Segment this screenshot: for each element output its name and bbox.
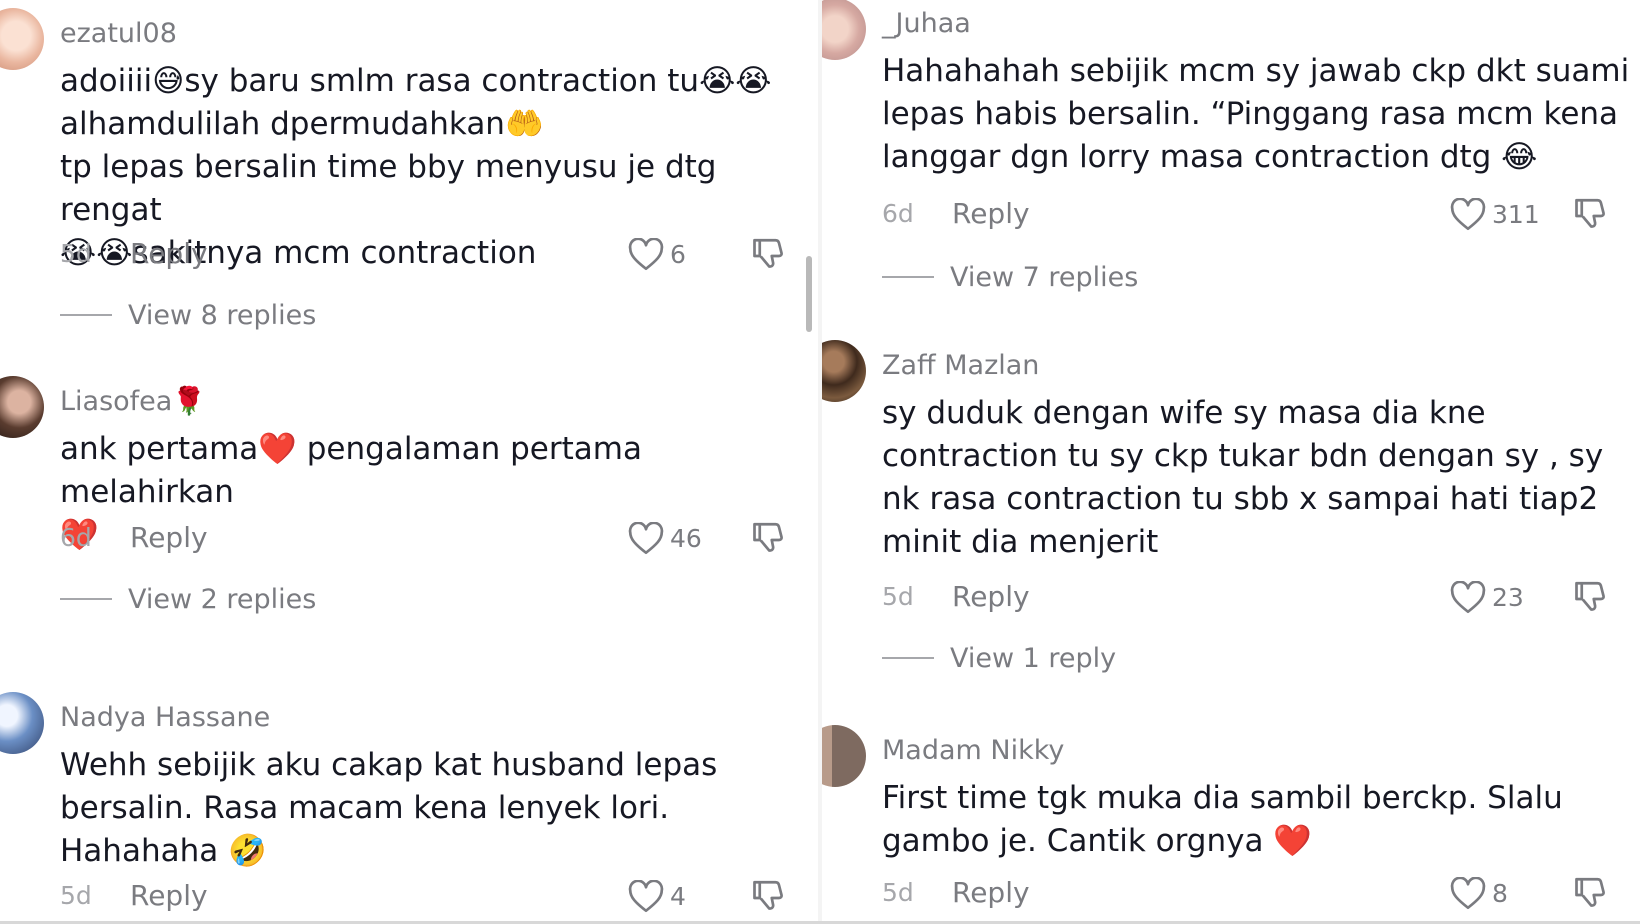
divider bbox=[60, 598, 112, 600]
comment-timestamp: 5d bbox=[882, 582, 914, 611]
comment-username[interactable]: Zaff Mazlan bbox=[882, 348, 1039, 384]
avatar[interactable] bbox=[822, 340, 866, 402]
reply-button[interactable]: Reply bbox=[952, 873, 1030, 913]
like-button[interactable]: 46 bbox=[628, 520, 702, 556]
comment-username[interactable]: Madam Nikky bbox=[882, 733, 1064, 769]
dislike-button[interactable] bbox=[1572, 194, 1612, 234]
comment-timestamp: 6d bbox=[882, 199, 914, 228]
like-count: 8 bbox=[1492, 878, 1508, 908]
dislike-button[interactable] bbox=[1572, 873, 1612, 913]
comment-actions: 6d Reply 311 bbox=[882, 194, 1622, 234]
thumbs-down-icon bbox=[753, 880, 783, 910]
avatar[interactable] bbox=[0, 692, 44, 754]
reply-button[interactable]: Reply bbox=[952, 577, 1030, 617]
avatar[interactable] bbox=[0, 8, 44, 70]
thumbs-down-icon bbox=[1575, 581, 1605, 611]
view-replies-label: View 8 replies bbox=[128, 299, 317, 331]
view-replies-button[interactable]: View 2 replies bbox=[60, 579, 316, 619]
like-button[interactable]: 4 bbox=[628, 878, 686, 914]
comment-actions: 5d Reply 23 bbox=[882, 577, 1622, 617]
comment-username[interactable]: ezatul08 bbox=[60, 16, 177, 52]
dislike-button[interactable] bbox=[1572, 577, 1612, 617]
reply-button[interactable]: Reply bbox=[130, 876, 208, 916]
divider bbox=[882, 276, 934, 278]
dislike-button[interactable] bbox=[750, 876, 790, 916]
view-replies-label: View 7 replies bbox=[950, 261, 1139, 293]
comment-username[interactable]: Nadya Hassane bbox=[60, 700, 270, 736]
heart-icon bbox=[628, 237, 664, 270]
like-count: 6 bbox=[670, 239, 686, 269]
like-button[interactable]: 8 bbox=[1450, 875, 1508, 911]
scrollbar[interactable] bbox=[806, 256, 812, 332]
avatar[interactable] bbox=[822, 0, 866, 60]
comment-actions: 5d Reply 8 bbox=[882, 873, 1622, 913]
reply-button[interactable]: Reply bbox=[952, 194, 1030, 234]
thumbs-down-icon bbox=[753, 522, 783, 552]
comment-username[interactable]: Liasofea🌹 bbox=[60, 384, 206, 420]
divider bbox=[60, 314, 112, 316]
like-count: 46 bbox=[670, 523, 702, 553]
heart-icon bbox=[1450, 197, 1486, 230]
like-count: 23 bbox=[1492, 582, 1524, 612]
heart-icon bbox=[1450, 580, 1486, 613]
view-replies-label: View 2 replies bbox=[128, 583, 317, 615]
reply-button[interactable]: Reply bbox=[130, 518, 208, 558]
view-replies-label: View 1 reply bbox=[950, 642, 1117, 674]
comment-timestamp: 5d bbox=[60, 881, 92, 910]
thumbs-down-icon bbox=[753, 238, 783, 268]
like-button[interactable]: 6 bbox=[628, 236, 686, 272]
comment-username[interactable]: _Juhaa bbox=[882, 6, 971, 42]
comment-timestamp: 6d bbox=[60, 523, 92, 552]
divider bbox=[882, 657, 934, 659]
view-replies-button[interactable]: View 7 replies bbox=[882, 257, 1138, 297]
dislike-button[interactable] bbox=[750, 518, 790, 558]
avatar[interactable] bbox=[0, 376, 44, 438]
view-replies-button[interactable]: View 8 replies bbox=[60, 295, 316, 335]
comment-actions: 6d Reply 46 bbox=[60, 518, 800, 558]
comment-text: First time tgk muka dia sambil berckp. S… bbox=[882, 780, 1563, 859]
like-count: 311 bbox=[1492, 199, 1540, 229]
heart-icon bbox=[1450, 876, 1486, 909]
comment-list-right: _Juhaa Hahahahah sebijik mcm sy jawab ck… bbox=[822, 0, 1640, 924]
like-button[interactable]: 311 bbox=[1450, 196, 1540, 232]
comment-text: Wehh sebijik aku cakap kat husband lepas… bbox=[60, 747, 718, 869]
comment-timestamp: 5d bbox=[882, 878, 914, 907]
comment-actions: 5d Reply 6 bbox=[60, 234, 800, 274]
comment-text: Hahahahah sebijik mcm sy jawab ckp dkt s… bbox=[882, 53, 1630, 175]
reply-button[interactable]: Reply bbox=[130, 234, 208, 274]
avatar[interactable] bbox=[822, 725, 866, 787]
thumbs-down-icon bbox=[1575, 877, 1605, 907]
like-button[interactable]: 23 bbox=[1450, 579, 1524, 615]
dislike-button[interactable] bbox=[750, 234, 790, 274]
like-count: 4 bbox=[670, 881, 686, 911]
heart-icon bbox=[628, 521, 664, 554]
view-replies-button[interactable]: View 1 reply bbox=[882, 638, 1116, 678]
comment-actions: 5d Reply 4 bbox=[60, 876, 800, 916]
comment-timestamp: 5d bbox=[60, 239, 92, 268]
heart-icon bbox=[628, 879, 664, 912]
comment-text: sy duduk dengan wife sy masa dia kne con… bbox=[882, 395, 1604, 560]
comment-list-left: ezatul08 adoiiii😅sy baru smlm rasa contr… bbox=[0, 0, 818, 924]
thumbs-down-icon bbox=[1575, 198, 1605, 228]
